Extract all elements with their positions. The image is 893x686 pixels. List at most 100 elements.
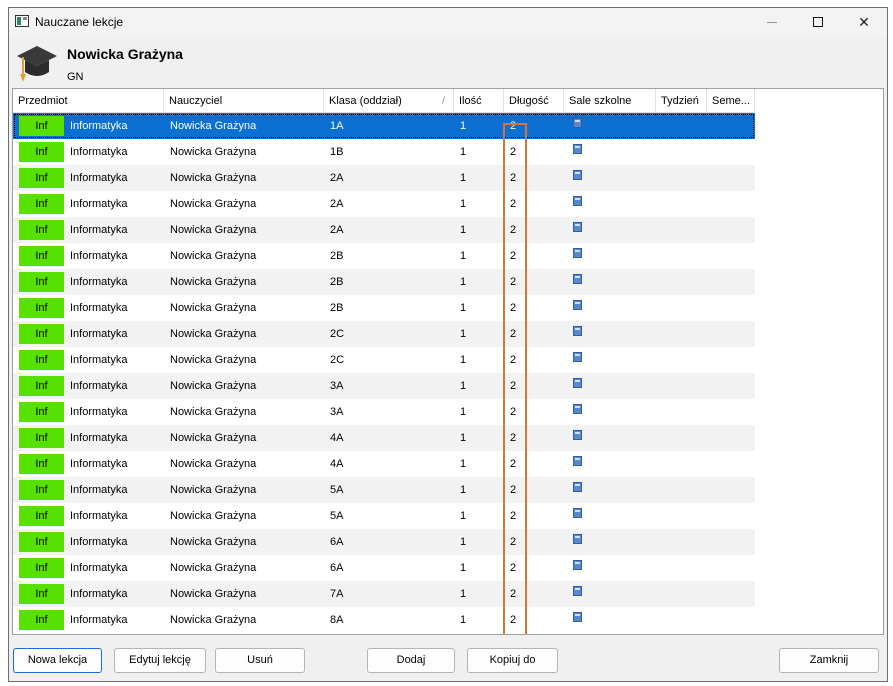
close-button[interactable]: Zamknij bbox=[779, 648, 879, 673]
column-header-class[interactable]: Klasa (oddział) / bbox=[324, 89, 454, 113]
cell-badge: Inf bbox=[19, 428, 64, 448]
cell-class: 3A bbox=[330, 406, 344, 418]
table-row[interactable]: Inf Informatyka Nowicka Grażyna 1B 1 2 bbox=[13, 139, 755, 165]
cell-class: 6A bbox=[330, 562, 344, 574]
table-row[interactable]: Inf Informatyka Nowicka Grażyna 2B 1 2 bbox=[13, 269, 755, 295]
cell-length: 2 bbox=[510, 276, 517, 288]
column-header-subject[interactable]: Przedmiot bbox=[13, 89, 164, 113]
classroom-icon bbox=[573, 170, 582, 180]
cell-class: 6A bbox=[330, 536, 344, 548]
close-window-button[interactable]: ✕ bbox=[841, 8, 887, 36]
classroom-icon bbox=[573, 586, 582, 596]
maximize-button[interactable] bbox=[795, 8, 841, 36]
window-title: Nauczane lekcje bbox=[35, 15, 124, 29]
cell-count: 1 bbox=[460, 380, 467, 392]
table-row[interactable]: Inf Informatyka Nowicka Grażyna 5A 1 2 bbox=[13, 477, 755, 503]
cell-badge: Inf bbox=[19, 532, 64, 552]
table-row[interactable]: Inf Informatyka Nowicka Grażyna 2A 1 2 bbox=[13, 191, 755, 217]
cell-length: 2 bbox=[510, 484, 517, 496]
cell-subject: Informatyka bbox=[70, 354, 128, 366]
table-row[interactable]: Inf Informatyka Nowicka Grażyna 8A 1 2 bbox=[13, 607, 755, 633]
cell-badge: Inf bbox=[19, 454, 64, 474]
lessons-table[interactable]: Przedmiot Nauczyciel Klasa (oddział) / I… bbox=[12, 88, 884, 635]
column-header-length[interactable]: Długość bbox=[504, 89, 564, 113]
column-header-count[interactable]: Ilość bbox=[454, 89, 504, 113]
column-header-semester[interactable]: Seme... bbox=[707, 89, 755, 113]
cell-length: 2 bbox=[510, 354, 517, 366]
add-button[interactable]: Dodaj bbox=[367, 648, 455, 673]
table-row[interactable]: Inf Informatyka Nowicka Grażyna 2A 1 2 bbox=[13, 165, 755, 191]
cell-badge: Inf bbox=[19, 402, 64, 422]
cell-length: 2 bbox=[510, 172, 517, 184]
table-row[interactable]: Inf Informatyka Nowicka Grażyna 3A 1 2 bbox=[13, 399, 755, 425]
cell-subject: Informatyka bbox=[70, 380, 128, 392]
cell-subject: Informatyka bbox=[70, 614, 128, 626]
table-row[interactable]: Inf Informatyka Nowicka Grażyna 6A 1 2 bbox=[13, 555, 755, 581]
table-row[interactable]: Inf Informatyka Nowicka Grażyna 2B 1 2 bbox=[13, 295, 755, 321]
table-row[interactable]: Inf Informatyka Nowicka Grażyna 4A 1 2 bbox=[13, 451, 755, 477]
table-row[interactable]: Inf Informatyka Nowicka Grażyna 4A 1 2 bbox=[13, 425, 755, 451]
cell-class: 1A bbox=[330, 120, 344, 132]
minimize-button[interactable] bbox=[749, 8, 795, 36]
cell-subject: Informatyka bbox=[70, 276, 128, 288]
cell-class: 2B bbox=[330, 250, 344, 262]
table-row[interactable]: Inf Informatyka Nowicka Grażyna 2C 1 2 bbox=[13, 347, 755, 373]
lessons-dialog: Nauczane lekcje ✕ Nowicka Grażyna GN Prz… bbox=[8, 7, 888, 682]
cell-badge: Inf bbox=[19, 142, 64, 162]
cell-badge: Inf bbox=[19, 610, 64, 630]
cell-badge: Inf bbox=[19, 558, 64, 578]
classroom-icon bbox=[573, 612, 582, 622]
cell-subject: Informatyka bbox=[70, 172, 128, 184]
cell-class: 3A bbox=[330, 380, 344, 392]
cell-count: 1 bbox=[460, 198, 467, 210]
cell-subject: Informatyka bbox=[70, 510, 128, 522]
cell-subject: Informatyka bbox=[70, 146, 128, 158]
table-row[interactable]: Inf Informatyka Nowicka Grażyna 2A 1 2 bbox=[13, 217, 755, 243]
cell-badge: Inf bbox=[19, 194, 64, 214]
cell-teacher: Nowicka Grażyna bbox=[170, 120, 257, 132]
cell-count: 1 bbox=[460, 406, 467, 418]
table-row[interactable]: Inf Informatyka Nowicka Grażyna 1A 1 2 bbox=[13, 113, 755, 139]
cell-subject: Informatyka bbox=[70, 224, 128, 236]
cell-subject: Informatyka bbox=[70, 562, 128, 574]
table-row[interactable]: Inf Informatyka Nowicka Grażyna 2C 1 2 bbox=[13, 321, 755, 347]
edit-lesson-button[interactable]: Edytuj lekcję bbox=[114, 648, 206, 673]
cell-teacher: Nowicka Grażyna bbox=[170, 276, 257, 288]
cell-class: 2C bbox=[330, 328, 345, 340]
cell-teacher: Nowicka Grażyna bbox=[170, 250, 257, 262]
cell-class: 2B bbox=[330, 302, 344, 314]
column-header-teacher[interactable]: Nauczyciel bbox=[164, 89, 324, 113]
teacher-initials: GN bbox=[67, 71, 84, 83]
cell-count: 1 bbox=[460, 562, 467, 574]
cell-teacher: Nowicka Grażyna bbox=[170, 224, 257, 236]
cell-teacher: Nowicka Grażyna bbox=[170, 198, 257, 210]
cell-badge: Inf bbox=[19, 376, 64, 396]
table-row[interactable]: Inf Informatyka Nowicka Grażyna 5A 1 2 bbox=[13, 503, 755, 529]
table-row[interactable]: Inf Informatyka Nowicka Grażyna 3A 1 2 bbox=[13, 373, 755, 399]
cell-subject: Informatyka bbox=[70, 250, 128, 262]
cell-length: 2 bbox=[510, 458, 517, 470]
cell-class: 4A bbox=[330, 458, 344, 470]
cell-subject: Informatyka bbox=[70, 536, 128, 548]
table-header: Przedmiot Nauczyciel Klasa (oddział) / I… bbox=[13, 89, 755, 113]
table-row[interactable]: Inf Informatyka Nowicka Grażyna 2B 1 2 bbox=[13, 243, 755, 269]
cell-count: 1 bbox=[460, 224, 467, 236]
column-header-rooms[interactable]: Sale szkolne bbox=[564, 89, 656, 113]
cell-subject: Informatyka bbox=[70, 484, 128, 496]
cell-class: 2B bbox=[330, 276, 344, 288]
table-row[interactable]: Inf Informatyka Nowicka Grażyna 6A 1 2 bbox=[13, 529, 755, 555]
cell-teacher: Nowicka Grażyna bbox=[170, 354, 257, 366]
table-row[interactable]: Inf Informatyka Nowicka Grażyna 7A 1 2 bbox=[13, 581, 755, 607]
cell-count: 1 bbox=[460, 614, 467, 626]
new-lesson-button[interactable]: Nowa lekcja bbox=[13, 648, 102, 673]
cell-length: 2 bbox=[510, 146, 517, 158]
cell-teacher: Nowicka Grażyna bbox=[170, 510, 257, 522]
classroom-icon bbox=[573, 118, 582, 128]
cell-count: 1 bbox=[460, 250, 467, 262]
delete-button[interactable]: Usuń bbox=[215, 648, 305, 673]
copy-to-button[interactable]: Kopiuj do bbox=[467, 648, 558, 673]
cell-length: 2 bbox=[510, 120, 517, 132]
column-header-week[interactable]: Tydzień bbox=[656, 89, 707, 113]
cell-teacher: Nowicka Grażyna bbox=[170, 458, 257, 470]
cell-count: 1 bbox=[460, 510, 467, 522]
